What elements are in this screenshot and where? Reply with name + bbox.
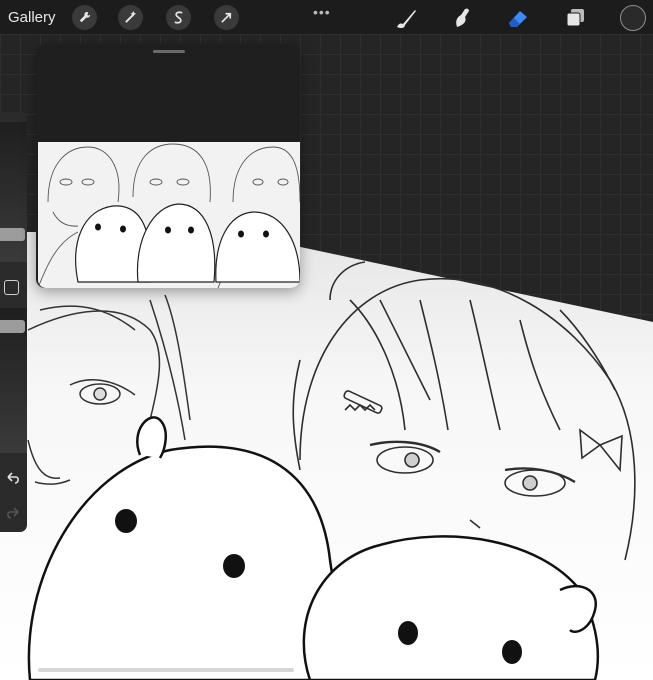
magic-wand-icon[interactable] bbox=[118, 5, 143, 30]
opacity-thumb[interactable] bbox=[0, 320, 25, 333]
reference-sketch bbox=[38, 143, 300, 288]
reference-window[interactable] bbox=[36, 44, 300, 288]
eraser-icon[interactable] bbox=[505, 5, 531, 31]
top-toolbar: Gallery ••• bbox=[0, 0, 653, 34]
undo-icon[interactable] bbox=[4, 469, 22, 487]
gallery-button[interactable]: Gallery bbox=[8, 9, 56, 26]
grabber-handle-icon[interactable] bbox=[153, 50, 185, 53]
brush-size-slider[interactable] bbox=[0, 122, 27, 262]
arrow-cursor-icon[interactable] bbox=[214, 5, 239, 30]
brush-icon[interactable] bbox=[393, 5, 419, 31]
side-toolbar bbox=[0, 112, 27, 532]
square-modifier-icon[interactable] bbox=[4, 280, 19, 295]
smudge-icon[interactable] bbox=[449, 5, 475, 31]
opacity-slider[interactable] bbox=[0, 308, 27, 453]
reference-image bbox=[38, 142, 300, 288]
more-options-button[interactable]: ••• bbox=[313, 4, 331, 20]
color-picker-swatch[interactable] bbox=[620, 5, 646, 31]
brush-size-thumb[interactable] bbox=[0, 228, 25, 241]
home-indicator bbox=[38, 668, 294, 672]
layers-icon[interactable] bbox=[563, 5, 589, 31]
selection-s-icon[interactable] bbox=[166, 5, 191, 30]
wrench-icon[interactable] bbox=[72, 5, 97, 30]
redo-icon[interactable] bbox=[4, 504, 22, 522]
